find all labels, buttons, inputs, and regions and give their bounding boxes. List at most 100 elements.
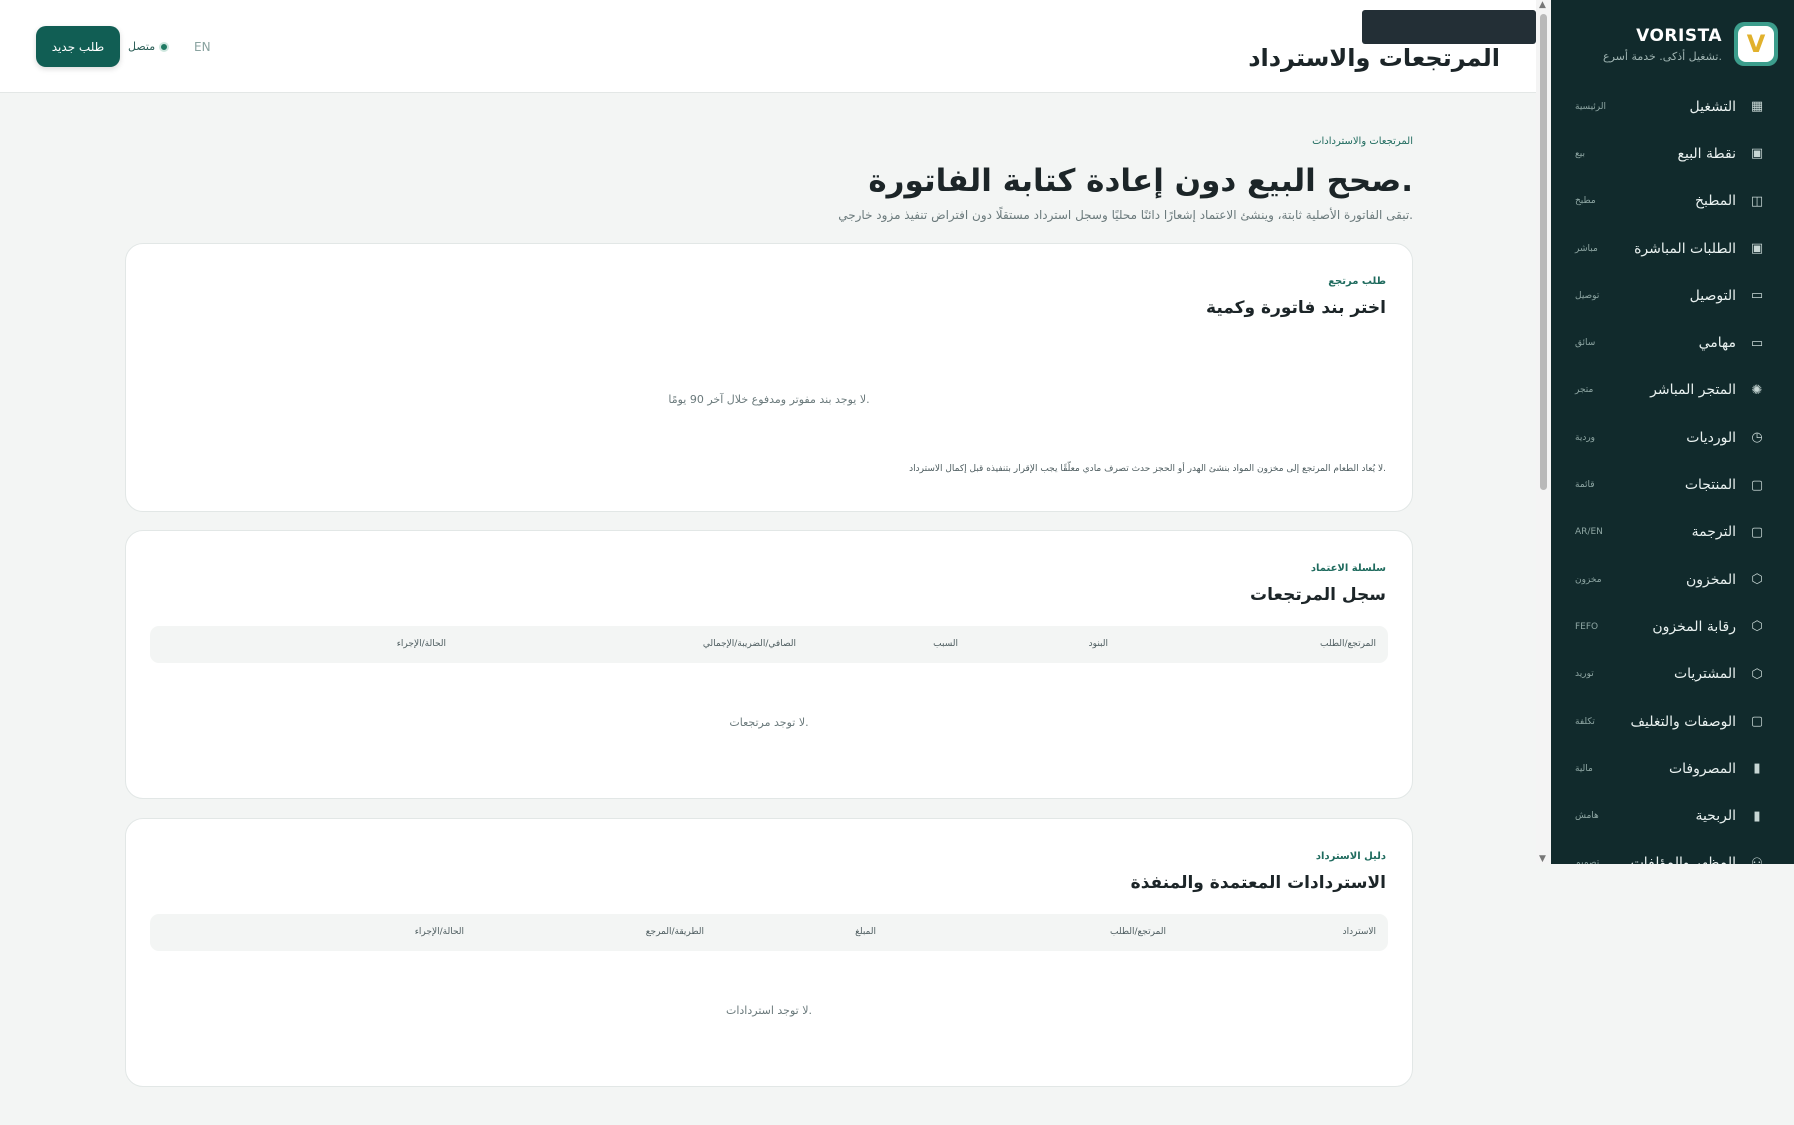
column-header: البنود bbox=[1088, 639, 1108, 649]
sidebar-item-hint: تصميم bbox=[1575, 858, 1600, 864]
sidebar-item-label: المظهر والمؤلفات bbox=[1630, 855, 1736, 864]
sidebar-item-label: المشتريات bbox=[1673, 666, 1736, 683]
sidebar-item-hint: بيع bbox=[1575, 148, 1586, 159]
sidebar-item[interactable]: ▢ الترجمة AR/EN bbox=[1551, 509, 1794, 556]
sidebar-item[interactable]: ✺ المتجر المباشر متجر bbox=[1551, 367, 1794, 414]
column-header: المرتجع/الطلب bbox=[1110, 927, 1166, 937]
sidebar-item-label: المصروفات bbox=[1668, 760, 1736, 777]
sun-icon: ✺ bbox=[1751, 382, 1763, 398]
sidebar-item[interactable]: ▮ الربحية هامش bbox=[1551, 792, 1794, 839]
clipboard-icon: ▢ bbox=[1750, 714, 1764, 729]
dashboard-icon: ▦ bbox=[1750, 99, 1764, 115]
brand-tagline: تشغيل أذكى. خدمة أسرع. bbox=[1603, 49, 1722, 63]
top-bar: المرتجعات والاسترداد طلب جديد متصل EN bbox=[0, 0, 1536, 93]
sidebar-item-label: مهامي bbox=[1698, 335, 1736, 352]
sidebar-item[interactable]: ◷ الورديات وردية bbox=[1551, 414, 1794, 461]
sidebar-item-hint: الرئيسية bbox=[1575, 101, 1606, 112]
breadcrumb[interactable]: المرتجعات والاستردادات bbox=[1312, 136, 1413, 147]
clipboard-icon: ▢ bbox=[1750, 524, 1764, 540]
sidebar-item-hint: مباشر bbox=[1575, 243, 1598, 254]
sidebar-item-hint: تكلفة bbox=[1575, 716, 1595, 727]
column-header: الاسترداد bbox=[1342, 927, 1376, 937]
scroll-down-icon[interactable]: ▼ bbox=[1539, 854, 1546, 864]
sidebar-item[interactable]: ▮ المصروفات مالية bbox=[1551, 745, 1794, 792]
scroll-thumb[interactable] bbox=[1540, 14, 1547, 490]
card-title: سجل المرتجعات bbox=[1250, 585, 1386, 605]
table-header: الاسترداد المرتجع/الطلب المبلغ الطريقة/ا… bbox=[150, 914, 1388, 951]
brand-name: VORISTA bbox=[1636, 25, 1722, 46]
return-policy-note: لا يُعاد الطعام المرتجع إلى مخزون المواد… bbox=[909, 464, 1386, 474]
sidebar-item[interactable]: ◫ المطبخ مطبخ bbox=[1551, 178, 1794, 225]
logo: V bbox=[1734, 22, 1778, 66]
sidebar-item-label: الترجمة bbox=[1691, 524, 1736, 541]
column-header: المرتجع/الطلب bbox=[1320, 639, 1376, 649]
sidebar-item-label: المتجر المباشر bbox=[1650, 382, 1736, 399]
box-icon: ⬡ bbox=[1751, 666, 1763, 682]
box-icon: ⬡ bbox=[1751, 619, 1763, 635]
sidebar-scrollbar[interactable]: ▲ ▼ bbox=[1536, 0, 1551, 864]
new-order-button[interactable]: طلب جديد bbox=[36, 26, 120, 67]
sidebar-item[interactable]: ▣ نقطة البيع بيع bbox=[1551, 130, 1794, 177]
sidebar-item[interactable]: ▢ الوصفات والتغليف تكلفة bbox=[1551, 698, 1794, 745]
sidebar-item[interactable]: ▭ التوصيل توصيل bbox=[1551, 272, 1794, 319]
sidebar-item-hint: مطبخ bbox=[1575, 196, 1596, 207]
card-title: الاستردادات المعتمدة والمنفذة bbox=[1130, 873, 1386, 893]
column-header: الحالة/الإجراء bbox=[414, 927, 464, 937]
sidebar-item-label: نقطة البيع bbox=[1677, 145, 1736, 162]
clipboard-icon: ▢ bbox=[1750, 477, 1764, 493]
page-title: المرتجعات والاسترداد bbox=[1248, 44, 1500, 72]
column-header: الحالة/الإجراء bbox=[396, 639, 446, 649]
sidebar-item[interactable]: ▣ الطلبات المباشرة مباشر bbox=[1551, 225, 1794, 272]
sidebar-item-hint: سائق bbox=[1575, 338, 1596, 349]
store-icon: ▣ bbox=[1750, 146, 1764, 162]
store-icon: ▣ bbox=[1750, 241, 1764, 257]
refunds-card: دليل الاسترداد الاستردادات المعتمدة والم… bbox=[125, 818, 1413, 1087]
card-title: اختر بند فاتورة وكمية bbox=[1206, 298, 1386, 318]
column-header: الصافي/الضريبة/الإجمالي bbox=[702, 639, 796, 649]
card-eyebrow: دليل الاسترداد bbox=[1315, 851, 1386, 862]
sidebar-item-hint: توريد bbox=[1575, 669, 1594, 680]
bar-chart-icon: ▮ bbox=[1753, 761, 1761, 777]
column-header: الطريقة/المرجع bbox=[645, 927, 704, 937]
sidebar-item[interactable]: ⚇ المظهر والمؤلفات تصميم bbox=[1551, 840, 1794, 864]
card-eyebrow: طلب مرتجع bbox=[1328, 276, 1386, 287]
sidebar-item-label: التوصيل bbox=[1689, 287, 1736, 304]
clock-icon: ◷ bbox=[1751, 430, 1763, 446]
sidebar-item[interactable]: ▭ مهامي سائق bbox=[1551, 319, 1794, 366]
table-header: المرتجع/الطلب البنود السبب الصافي/الضريب… bbox=[150, 626, 1388, 663]
sidebar-item[interactable]: ⬡ رقابة المخزون FEFO bbox=[1551, 603, 1794, 650]
sidebar-item[interactable]: ▦ التشغيل الرئيسية bbox=[1551, 83, 1794, 130]
sidebar-item[interactable]: ⬡ المخزون مخزون bbox=[1551, 556, 1794, 603]
sidebar-item-hint: متجر bbox=[1575, 385, 1594, 396]
bar-chart-icon: ▮ bbox=[1753, 808, 1761, 824]
sidebar-item-hint: مالية bbox=[1575, 763, 1593, 774]
sidebar-item-label: رقابة المخزون bbox=[1652, 618, 1736, 635]
sidebar-item-hint: توصيل bbox=[1575, 290, 1600, 301]
sidebar-item-label: التشغيل bbox=[1689, 98, 1736, 115]
sidebar-nav: ▦ التشغيل الرئيسية ▣ نقطة البيع بيع ◫ المطبخ مطب… bbox=[1551, 83, 1794, 864]
sidebar-item[interactable]: ▢ المنتجات قائمة bbox=[1551, 461, 1794, 508]
sidebar-item-hint: وردية bbox=[1575, 432, 1596, 443]
logo-mark: V bbox=[1738, 26, 1774, 62]
brand[interactable]: VORISTA تشغيل أذكى. خدمة أسرع. V bbox=[1603, 22, 1778, 66]
sidebar-item-label: الربحية bbox=[1695, 808, 1736, 825]
sidebar-item-hint: FEFO bbox=[1575, 621, 1599, 632]
sidebar-item-label: المطبخ bbox=[1695, 193, 1736, 210]
top-dark-block bbox=[1362, 10, 1536, 44]
empty-state-text: لا توجد استردادات. bbox=[725, 1004, 812, 1017]
sidebar-item-label: الطلبات المباشرة bbox=[1634, 240, 1736, 257]
returns-log-card: سلسلة الاعتماد سجل المرتجعات المرتجع/الط… bbox=[125, 530, 1413, 799]
monitor-icon: ▭ bbox=[1750, 288, 1764, 304]
connection-status: متصل bbox=[128, 40, 170, 53]
status-dot-icon bbox=[159, 41, 170, 52]
empty-state-text: لا توجد مرتجعات. bbox=[729, 716, 809, 729]
sidebar-item[interactable]: ⬡ المشتريات توريد bbox=[1551, 651, 1794, 698]
box-icon: ⬡ bbox=[1751, 572, 1763, 588]
scroll-up-icon[interactable]: ▲ bbox=[1539, 0, 1546, 10]
monitor-icon: ▭ bbox=[1750, 335, 1764, 351]
sidebar-item-label: المخزون bbox=[1685, 571, 1736, 588]
empty-state-text: لا يوجد بند مفوتر ومدفوع خلال آخر 90 يوم… bbox=[668, 393, 870, 406]
language-toggle[interactable]: EN bbox=[194, 40, 211, 54]
users-icon: ⚇ bbox=[1751, 855, 1763, 864]
hero-description: تبقى الفاتورة الأصلية ثابتة، وينشئ الاعت… bbox=[838, 208, 1413, 222]
